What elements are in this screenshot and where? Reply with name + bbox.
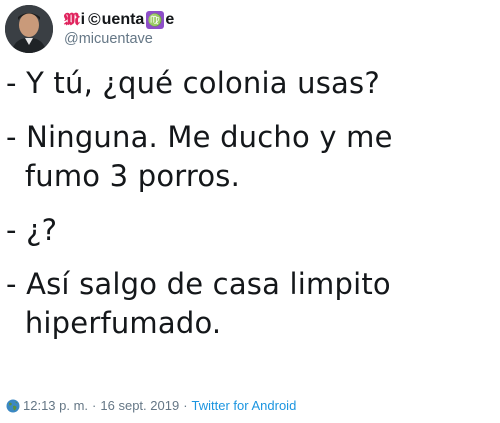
- tweet-time[interactable]: 12:13 p. m.: [23, 398, 88, 413]
- user-handle[interactable]: @micuentave: [64, 31, 153, 47]
- tweet-line: - Ninguna. Me ducho y me: [6, 120, 393, 154]
- virgo-icon: ♍: [146, 11, 165, 29]
- tweet-meta: 12:13 p. m. · 16 sept. 2019 · Twitter fo…: [6, 398, 296, 413]
- tweet-line: - Y tú, ¿qué colonia usas?: [6, 66, 380, 100]
- tweet-date[interactable]: 16 sept. 2019: [100, 398, 179, 413]
- tweet-line: hiperfumado.: [6, 306, 222, 340]
- c-glyph: ©: [88, 10, 101, 29]
- avatar[interactable]: [5, 5, 53, 53]
- tweet-line: - Así salgo de casa limpito: [6, 267, 391, 301]
- display-name-part3: e: [165, 11, 175, 28]
- meta-separator: ·: [183, 398, 188, 413]
- globe-icon: [6, 399, 20, 413]
- tweet-line: fumo 3 porros.: [6, 159, 241, 193]
- tweet-line: - ¿?: [6, 213, 58, 247]
- tweet-source-link[interactable]: Twitter for Android: [192, 398, 297, 413]
- meta-separator: ·: [92, 398, 97, 413]
- display-name-part1: i: [80, 11, 86, 28]
- display-name-part2: uenta: [101, 11, 145, 28]
- display-name[interactable]: 𝕸 i © uenta ♍ e: [64, 9, 174, 31]
- m-glyph: 𝕸: [64, 10, 80, 29]
- tweet-text: - Y tú, ¿qué colonia usas? - Ninguna. Me…: [6, 64, 496, 343]
